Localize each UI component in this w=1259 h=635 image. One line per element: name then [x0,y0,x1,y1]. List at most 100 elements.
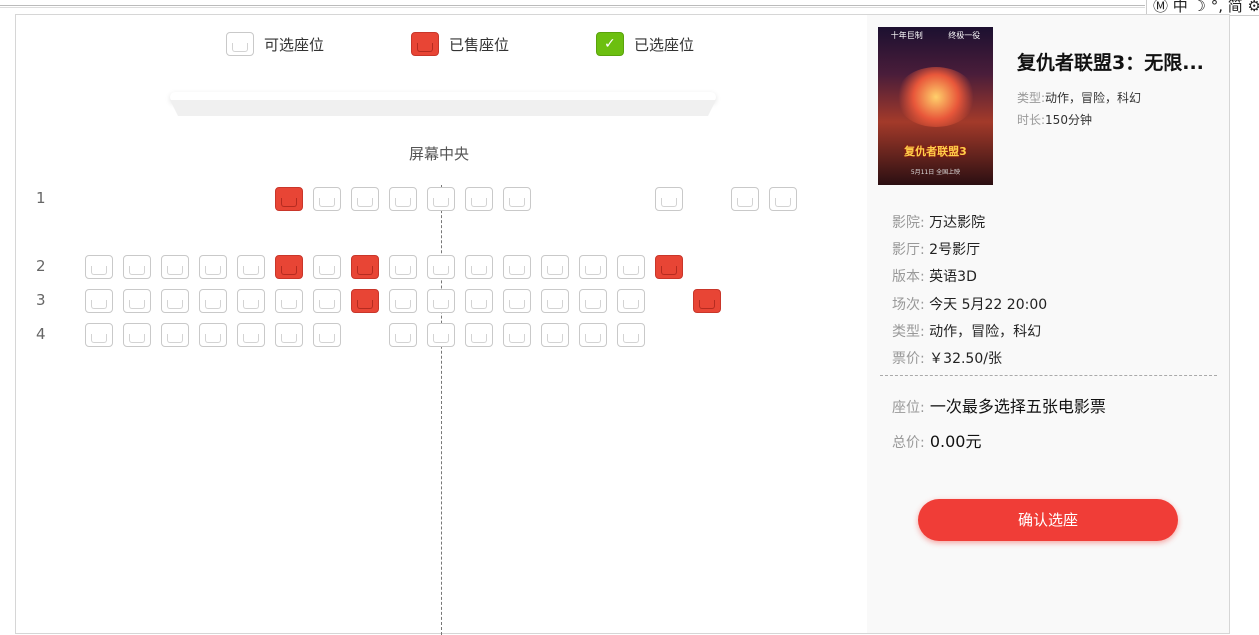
seat-selection-panel: 可选座位 已售座位 ✓ 已选座位 屏幕中央 1 2 3 4 十年巨制 终极一役 复仇者联… [15,14,1230,635]
screen-shape [170,100,716,116]
info-total: 总价: 0.00元 [892,428,981,452]
legend-selected: ✓ 已选座位 [596,32,694,56]
info-total-value: 0.00元 [929,432,982,451]
info-seat-label: 座位: [892,400,925,416]
available-seat[interactable] [161,289,189,313]
available-seat[interactable] [503,323,531,347]
movie-duration: 时长:150分钟 [1017,111,1092,128]
row-number: 1 [36,189,46,207]
movie-duration-value: 150分钟 [1045,113,1092,127]
selected-seat-icon: ✓ [596,32,624,56]
browser-top-border [0,0,1145,6]
legend-available: 可选座位 [226,32,324,56]
available-seat[interactable] [617,255,645,279]
info-session: 场次: 今天 5月22 20:00 [892,294,1047,314]
movie-poster: 十年巨制 终极一役 复仇者联盟3 5月11日 全国上映 [878,27,993,185]
available-seat[interactable] [617,323,645,347]
poster-title: 复仇者联盟3 [904,145,967,158]
available-seat[interactable] [161,323,189,347]
available-seat[interactable] [579,289,607,313]
info-divider [880,375,1217,376]
available-seat[interactable] [389,187,417,211]
row-number: 2 [36,257,46,275]
available-seat[interactable] [199,323,227,347]
center-line [441,185,442,635]
available-seat[interactable] [465,323,493,347]
available-seat[interactable] [427,255,455,279]
available-seat[interactable] [465,187,493,211]
available-seat[interactable] [123,323,151,347]
info-hall-value: 2号影厅 [929,242,981,258]
order-sidebar: 十年巨制 终极一役 复仇者联盟3 5月11日 全国上映 复仇者联盟3：无限... … [867,15,1229,633]
available-seat[interactable] [85,323,113,347]
available-seat[interactable] [199,289,227,313]
available-seat[interactable] [389,255,417,279]
available-seat[interactable] [351,187,379,211]
available-seat[interactable] [427,187,455,211]
info-price-value: ￥32.50/张 [929,351,1002,367]
available-seat[interactable] [389,323,417,347]
available-seat[interactable] [123,255,151,279]
available-seat[interactable] [465,255,493,279]
available-seat[interactable] [85,255,113,279]
poster-subtitle-right: 终极一役 [948,31,981,40]
available-seat[interactable] [465,289,493,313]
available-seat[interactable] [503,187,531,211]
available-seat[interactable] [123,289,151,313]
row-number: 4 [36,325,46,343]
available-seat[interactable] [199,255,227,279]
info-price: 票价: ￥32.50/张 [892,348,1002,368]
sold-seat [275,255,303,279]
poster-subtitle-left: 十年巨制 [890,31,923,40]
browser-top-border-inner [0,7,1145,8]
available-seat[interactable] [313,323,341,347]
available-seat[interactable] [313,289,341,313]
legend-sold: 已售座位 [411,32,509,56]
available-seat[interactable] [769,187,797,211]
available-seat[interactable] [617,289,645,313]
available-seat[interactable] [237,255,265,279]
screen-graphic [170,92,716,116]
available-seat[interactable] [541,323,569,347]
available-seat[interactable] [503,255,531,279]
available-seat[interactable] [275,323,303,347]
available-seat[interactable] [579,255,607,279]
info-price-label: 票价: [892,351,925,367]
legend-selected-label: 已选座位 [634,35,695,54]
available-seat[interactable] [541,289,569,313]
available-seat[interactable] [731,187,759,211]
available-seat[interactable] [275,289,303,313]
available-seat[interactable] [313,187,341,211]
sold-seat [351,255,379,279]
info-total-label: 总价: [892,435,925,451]
available-seat[interactable] [389,289,417,313]
available-seat[interactable] [85,289,113,313]
info-cinema-value: 万达影院 [929,215,986,231]
available-seat[interactable] [237,323,265,347]
available-seat[interactable] [503,289,531,313]
info-version: 版本: 英语3D [892,266,977,286]
row-number: 3 [36,291,46,309]
movie-title: 复仇者联盟3：无限... [1017,52,1204,74]
info-type-label: 类型: [892,324,925,340]
available-seat-icon [226,32,254,56]
info-hall-label: 影厅: [892,242,925,258]
sold-seat [655,255,683,279]
available-seat[interactable] [237,289,265,313]
screen-center-label: 屏幕中央 [409,145,470,163]
info-session-value: 今天 5月22 20:00 [929,297,1048,313]
available-seat[interactable] [313,255,341,279]
info-seat-value: 一次最多选择五张电影票 [929,397,1106,416]
available-seat[interactable] [541,255,569,279]
movie-genre: 类型:动作，冒险，科幻 [1017,89,1141,106]
available-seat[interactable] [427,289,455,313]
available-seat[interactable] [579,323,607,347]
poster-release: 5月11日 全国上映 [910,169,961,176]
available-seat[interactable] [161,255,189,279]
confirm-seat-button[interactable]: 确认选座 [918,499,1178,541]
movie-duration-label: 时长: [1017,113,1046,127]
available-seat[interactable] [655,187,683,211]
info-type: 类型: 动作，冒险，科幻 [892,321,1041,341]
movie-genre-label: 类型: [1017,91,1046,105]
available-seat[interactable] [427,323,455,347]
